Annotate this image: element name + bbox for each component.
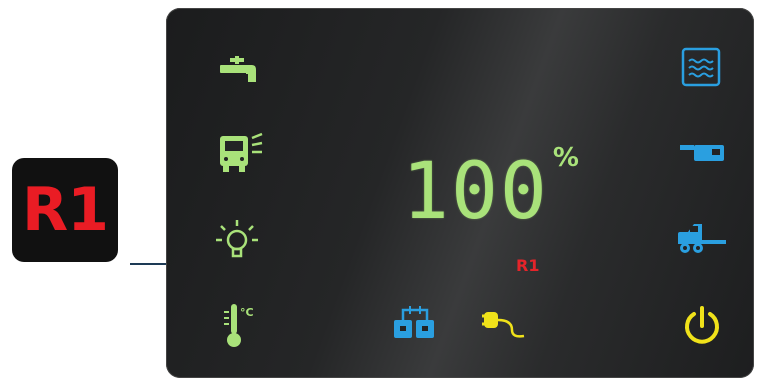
vehicle-lights-icon[interactable]: [216, 128, 266, 174]
display-sub-label: R1: [516, 256, 540, 275]
light-bulb-icon[interactable]: [212, 216, 262, 266]
water-tank-icon[interactable]: [680, 46, 722, 88]
control-panel: °C 100 % R1: [166, 8, 754, 378]
level-value: 100: [402, 147, 549, 237]
callout-label: R1: [22, 175, 109, 245]
level-display: 100 %: [402, 143, 579, 237]
callout-badge: R1: [12, 158, 118, 262]
trailer-icon[interactable]: [678, 140, 726, 168]
level-unit: %: [552, 143, 579, 173]
power-icon[interactable]: [680, 304, 724, 348]
shore-power-plug-icon[interactable]: [482, 304, 528, 342]
thermometer-icon[interactable]: °C: [222, 302, 262, 350]
svg-text:°C: °C: [240, 306, 254, 319]
water-tap-icon[interactable]: [216, 54, 264, 86]
tank-connection-icon[interactable]: [392, 302, 438, 342]
tow-vehicle-icon[interactable]: [676, 222, 728, 256]
